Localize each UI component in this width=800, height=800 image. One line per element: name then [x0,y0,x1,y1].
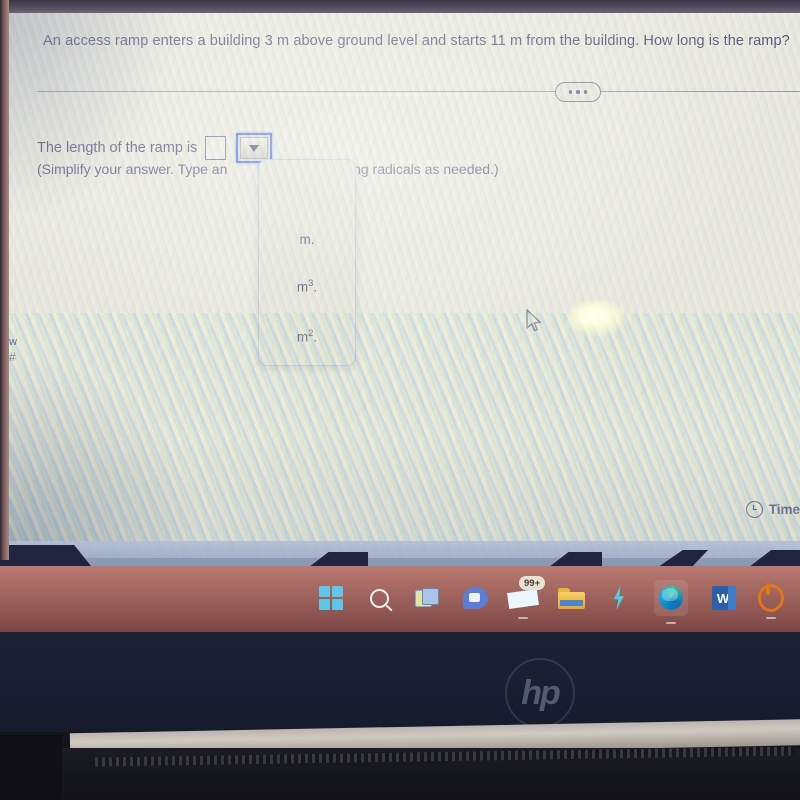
laptop-left-bezel [0,0,9,560]
unit-option-m-squared-suffix: . [313,329,318,345]
answer-row: The length of the ramp is [37,133,273,163]
unit-dropdown-list[interactable]: m. m3. m2. [258,159,356,366]
dot-icon [569,90,573,94]
timer-indicator[interactable]: Time [745,501,800,518]
teams-button[interactable] [462,585,488,611]
hp-logo: hp [505,658,575,728]
laptop-photo: An access ramp enters a building 3 m abo… [0,0,800,800]
answer-hint-right: using radicals as needed.) [335,161,499,177]
question-panel: An access ramp enters a building 3 m abo… [29,13,800,541]
folder-icon [558,587,585,609]
dot-icon [583,90,587,94]
lightning-bolt-icon [613,586,624,610]
unit-option-m-squared[interactable]: m2. [259,328,355,345]
section-divider [37,82,800,102]
word-button[interactable]: W [710,585,736,611]
unit-option-m-cubed-base: m [296,279,309,295]
unit-option-m-squared-base: m [296,329,309,345]
answer-input[interactable] [205,136,227,160]
timer-label: Time [768,502,800,517]
unit-option-m-cubed[interactable]: m3. [259,278,355,295]
orange-app-button[interactable] [758,583,784,619]
laptop-bottom-bezel [0,630,800,732]
file-explorer-button[interactable] [558,585,585,611]
windows-logo-icon [318,585,344,611]
unit-dropdown-face [240,137,269,159]
mail-button[interactable]: 99+ [510,576,546,619]
lightning-app-button[interactable] [606,585,632,611]
taskbar-icon-group: 99+ W [318,576,784,624]
orange-circle-icon [758,583,784,612]
edge-nav-line2: # [9,350,16,364]
laptop-screen: An access ramp enters a building 3 m abo… [9,13,800,558]
mail-icon: 99+ [510,576,546,609]
search-button[interactable] [366,585,392,611]
running-indicator [666,621,676,624]
task-view-button[interactable] [414,585,440,611]
mail-badge: 99+ [519,576,546,590]
running-indicator [766,616,776,619]
answer-hint-left: (Simplify your answer. Type an [37,161,228,177]
search-icon [369,588,389,608]
start-button[interactable] [318,585,344,611]
task-view-icon [415,588,439,608]
edge-nav-line1: w [9,336,17,348]
unit-option-m-cubed-suffix: . [313,279,318,295]
clock-icon [745,501,763,518]
unit-option-m-label: m. [299,232,315,247]
edge-browser-icon [659,586,683,610]
running-indicator [518,616,528,619]
chevron-down-icon [249,144,260,152]
screen-content: An access ramp enters a building 3 m abo… [9,13,800,558]
answer-prompt-label: The length of the ramp is [37,140,198,156]
edge-button[interactable] [654,580,688,624]
unit-option-m[interactable]: m. [259,232,355,247]
edge-nav-cutoff[interactable]: w # [9,335,29,365]
windows-taskbar: 99+ W [0,566,800,632]
word-icon: W [711,586,736,610]
mouse-cursor-icon [526,309,542,332]
more-options-button[interactable] [555,82,601,102]
teams-chat-icon [462,587,488,609]
dot-icon [576,90,580,94]
deck-left-shadow [0,735,62,800]
laptop-top-bezel [0,0,800,13]
question-text: An access ramp enters a building 3 m abo… [43,33,790,49]
divider-line [37,91,800,92]
